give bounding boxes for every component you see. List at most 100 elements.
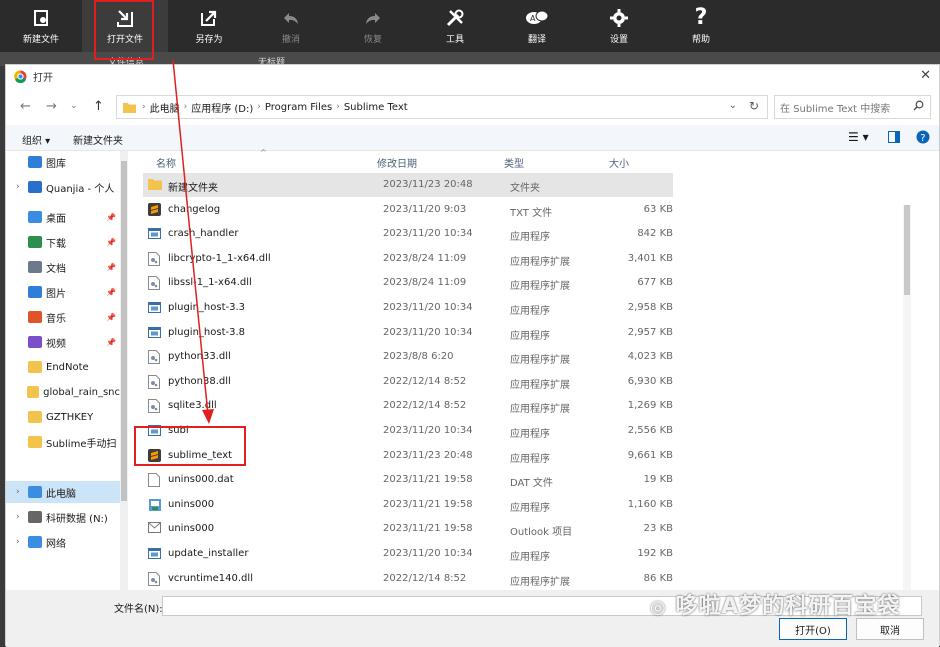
file-name: plugin_host-3.3: [168, 302, 246, 313]
back-arrow-icon[interactable]: ←: [20, 99, 31, 114]
pin-icon: 📌: [106, 212, 116, 222]
save-as-icon: [197, 7, 221, 29]
translate-button[interactable]: A 翻译: [496, 0, 578, 52]
help-button[interactable]: ? 帮助: [660, 0, 742, 52]
forward-arrow-icon[interactable]: →: [46, 99, 57, 114]
sidebar-item[interactable]: 图库: [6, 151, 120, 173]
file-type: 应用程序扩展: [510, 576, 570, 588]
tools-icon: [443, 7, 467, 29]
chevron-right-icon[interactable]: ›: [16, 512, 28, 522]
address-bar[interactable]: › 此电脑 › 应用程序 (D:) › Program Files › Subl…: [116, 95, 768, 119]
help-icon[interactable]: ?: [916, 130, 930, 147]
file-row[interactable]: python38.dll 2022/12/14 8:52 应用程序扩展 6,930 K…: [143, 370, 673, 394]
redo-button[interactable]: 恢复: [332, 0, 414, 52]
open-button[interactable]: 打开(O): [779, 618, 847, 640]
dll-icon: [148, 251, 161, 266]
redo-label: 恢复: [363, 35, 382, 45]
refresh-icon[interactable]: ↻: [749, 99, 759, 113]
file-date: 2023/11/23 20:48: [383, 179, 473, 190]
scrollbar-thumb[interactable]: [904, 205, 910, 295]
file-row[interactable]: libcrypto-1_1-x64.dll 2023/8/24 11:09 应用程序…: [143, 247, 673, 271]
folder-row[interactable]: 新建文件夹 2023/11/23 20:48 文件夹: [143, 173, 673, 197]
sidebar-item[interactable]: › 网络: [6, 531, 120, 553]
sidebar-item[interactable]: 下载 📌: [6, 231, 120, 253]
sidebar-item[interactable]: EndNote: [6, 356, 120, 378]
sidebar-item[interactable]: global_rain_snc: [6, 381, 120, 403]
recent-chevron-icon[interactable]: ⌄: [70, 101, 78, 111]
breadcrumb-this-pc[interactable]: 此电脑: [150, 100, 180, 115]
redo-icon: [361, 7, 385, 29]
help-label: 帮助: [691, 35, 710, 45]
sidebar-item[interactable]: 图片 📌: [6, 281, 120, 303]
file-row[interactable]: vcruntime140.dll 2022/12/14 8:52 应用程序扩展 86 …: [143, 567, 673, 591]
sidebar-item[interactable]: GZTHKEY: [6, 406, 120, 428]
preview-pane-icon[interactable]: [888, 131, 900, 146]
column-size[interactable]: 大小: [609, 155, 629, 170]
sidebar-item[interactable]: 视频 📌: [6, 331, 120, 353]
file-name: libcrypto-1_1-x64.dll: [168, 252, 271, 264]
settings-button[interactable]: 设置: [578, 0, 660, 52]
file-row[interactable]: update_installer 2023/11/20 10:34 应用程序 192 …: [143, 542, 673, 566]
file-row[interactable]: libssl-1_1-x64.dll 2023/8/24 11:09 应用程序扩展 6…: [143, 271, 673, 295]
file-row[interactable]: crash_handler 2023/11/20 10:34 应用程序 842 KB: [143, 222, 673, 246]
sidebar-item[interactable]: › 科研数据 (N:): [6, 506, 120, 528]
sublime-text-highlight: [134, 426, 246, 466]
undo-button[interactable]: 撤消: [250, 0, 332, 52]
breadcrumb-drive-d[interactable]: 应用程序 (D:): [191, 100, 253, 115]
file-size: 86 KB: [643, 572, 673, 584]
breadcrumb-sublime-text[interactable]: Sublime Text: [344, 102, 408, 113]
new-file-button[interactable]: 新建文件: [0, 0, 82, 52]
file-size: 3,401 KB: [627, 252, 673, 264]
tools-button[interactable]: 工具: [414, 0, 496, 52]
file-row[interactable]: unins000 2023/11/21 19:58 Outlook 项目 23 KB: [143, 517, 673, 541]
chevron-right-icon[interactable]: ›: [16, 537, 28, 547]
sidebar-item[interactable]: 文档 📌: [6, 256, 120, 278]
close-icon[interactable]: ✕: [920, 68, 931, 83]
file-row[interactable]: python33.dll 2023/8/8 6:20 应用程序扩展 4,023 KB: [143, 345, 673, 369]
file-type: 文件夹: [510, 183, 540, 194]
column-date[interactable]: 修改日期: [377, 155, 417, 170]
folder-icon: [28, 411, 42, 423]
save-as-button[interactable]: 另存为: [168, 0, 250, 52]
new-folder-button[interactable]: 新建文件夹: [73, 132, 123, 147]
file-row[interactable]: unins000 2023/11/21 19:58 应用程序 1,160 KB: [143, 493, 673, 517]
file-type: 应用程序: [510, 552, 550, 563]
sidebar-item-label: Quanjia - 个人: [46, 183, 115, 195]
breadcrumb-program-files[interactable]: Program Files: [265, 102, 332, 113]
up-arrow-icon[interactable]: ↑: [93, 99, 104, 114]
file-row[interactable]: sqlite3.dll 2022/12/14 8:52 应用程序扩展 1,269 KB: [143, 394, 673, 418]
sidebar-item[interactable]: Sublime手动扫: [6, 431, 120, 453]
chevron-down-icon[interactable]: ⌄: [729, 100, 737, 111]
file-row[interactable]: plugin_host-3.3 2023/11/20 10:34 应用程序 2,958…: [143, 296, 673, 320]
search-placeholder: 在 Sublime Text 中搜索: [780, 103, 891, 115]
sidebar-item[interactable]: › Quanjia - 个人: [6, 176, 120, 198]
chevron-right-icon[interactable]: ›: [16, 182, 28, 192]
column-type[interactable]: 类型: [504, 155, 524, 170]
settings-label: 设置: [609, 35, 628, 45]
file-row[interactable]: changelog 2023/11/20 9:03 TXT 文件 63 KB: [143, 198, 673, 222]
organize-button[interactable]: 组织 ▾: [22, 132, 50, 147]
file-list-scrollbar[interactable]: [903, 205, 911, 645]
file-row[interactable]: unins000.dat 2023/11/21 19:58 DAT 文件 19 KB: [143, 468, 673, 492]
cancel-button[interactable]: 取消: [856, 618, 924, 640]
file-size: 2,957 KB: [627, 326, 673, 338]
folder-icon: [28, 361, 42, 373]
file-size: 19 KB: [643, 474, 673, 486]
file-name: unins000: [168, 498, 215, 510]
sublime-icon: [148, 202, 161, 217]
column-name[interactable]: 名称: [156, 155, 176, 170]
scrollbar-thumb[interactable]: [121, 161, 127, 501]
search-input[interactable]: 在 Sublime Text 中搜索: [774, 95, 931, 119]
file-date: 2023/11/21 19:58: [383, 474, 473, 486]
sidebar-item[interactable]: › 此电脑: [6, 481, 120, 503]
dll-icon: [148, 571, 161, 586]
sidebar-item[interactable]: 音乐 📌: [6, 306, 120, 328]
navigation-pane-scrollbar[interactable]: [120, 151, 128, 611]
chevron-right-icon[interactable]: ›: [16, 487, 28, 497]
sidebar-item[interactable]: 桌面 📌: [6, 206, 120, 228]
translate-icon: A: [525, 7, 549, 29]
file-type: 应用程序: [510, 453, 550, 465]
file-row[interactable]: plugin_host-3.8 2023/11/20 10:34 应用程序 2,957…: [143, 321, 673, 345]
view-menu-icon[interactable]: ☰ ▾: [848, 130, 869, 144]
file-type: 应用程序扩展: [510, 379, 570, 391]
